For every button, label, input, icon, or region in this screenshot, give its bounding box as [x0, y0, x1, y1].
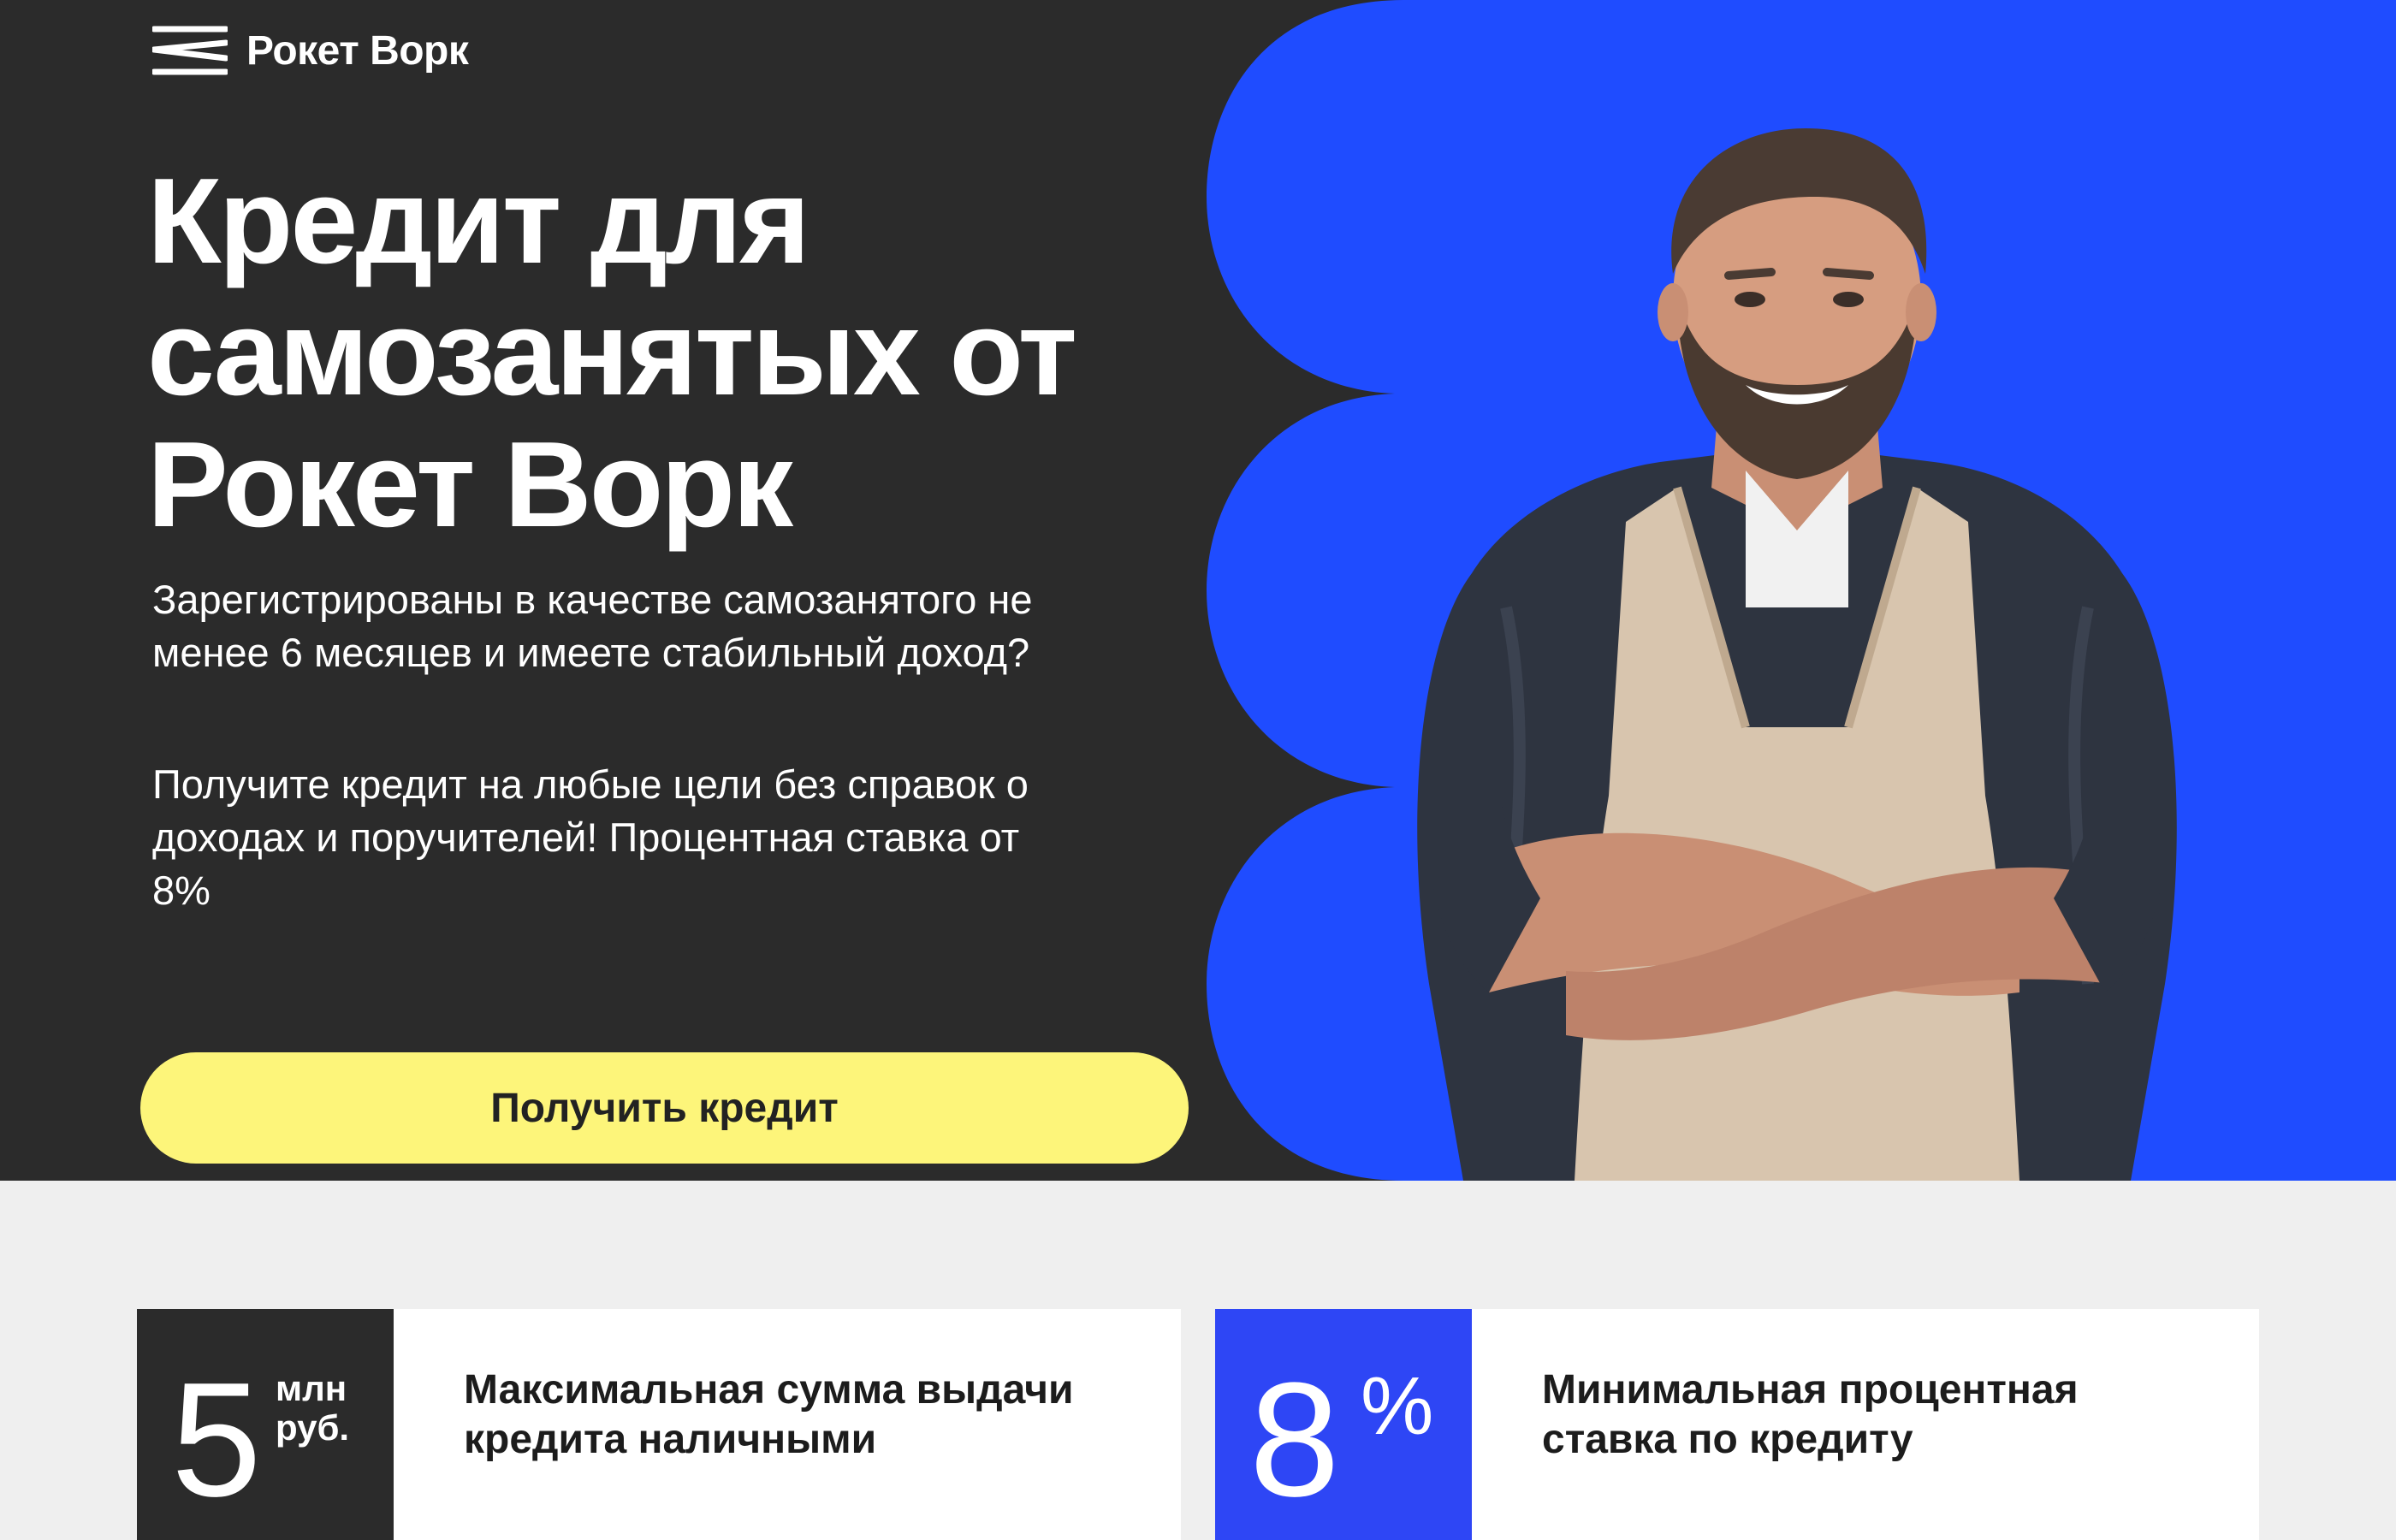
self-employed-man-photo	[1417, 128, 2177, 1181]
get-credit-button[interactable]: Получить кредит	[140, 1052, 1189, 1164]
min-rate-percent-sign: %	[1361, 1360, 1434, 1452]
rocketwork-logo-icon	[152, 26, 228, 75]
max-amount-description: Максимальная сумма выдачи кредита наличн…	[464, 1367, 1074, 1462]
max-amount-value: 5	[171, 1349, 262, 1531]
min-rate-description: Минимальная процентная ставка по кредиту	[1542, 1367, 2079, 1462]
hero-headline: Кредит для самозанятых от Рокет Ворк	[147, 153, 1077, 553]
min-rate-badge: 8 %	[1215, 1309, 1472, 1540]
max-amount-unit-rub: руб.	[276, 1407, 350, 1448]
max-amount-badge: 5 млн руб.	[137, 1309, 394, 1540]
brand-logo[interactable]: Рокет Ворк	[152, 24, 469, 77]
hero-banner: Рокет Ворк Кредит для самозанятых от Рок…	[0, 0, 2396, 1181]
max-amount-unit-million: млн	[276, 1368, 347, 1408]
brand-name: Рокет Ворк	[246, 27, 469, 74]
max-amount-unit: млн руб.	[276, 1369, 349, 1448]
min-rate-value: 8	[1249, 1349, 1340, 1531]
hero-description-eligibility: Зарегистрированы в качестве самозанятого…	[152, 577, 1033, 675]
hero-description-offer: Получите кредит на любые цели без справо…	[152, 761, 1029, 913]
feature-card-min-rate: 8 % Минимальная процентная ставка по кре…	[1215, 1309, 2259, 1540]
feature-card-max-amount: 5 млн руб. Максимальная сумма выдачи кре…	[137, 1309, 1181, 1540]
